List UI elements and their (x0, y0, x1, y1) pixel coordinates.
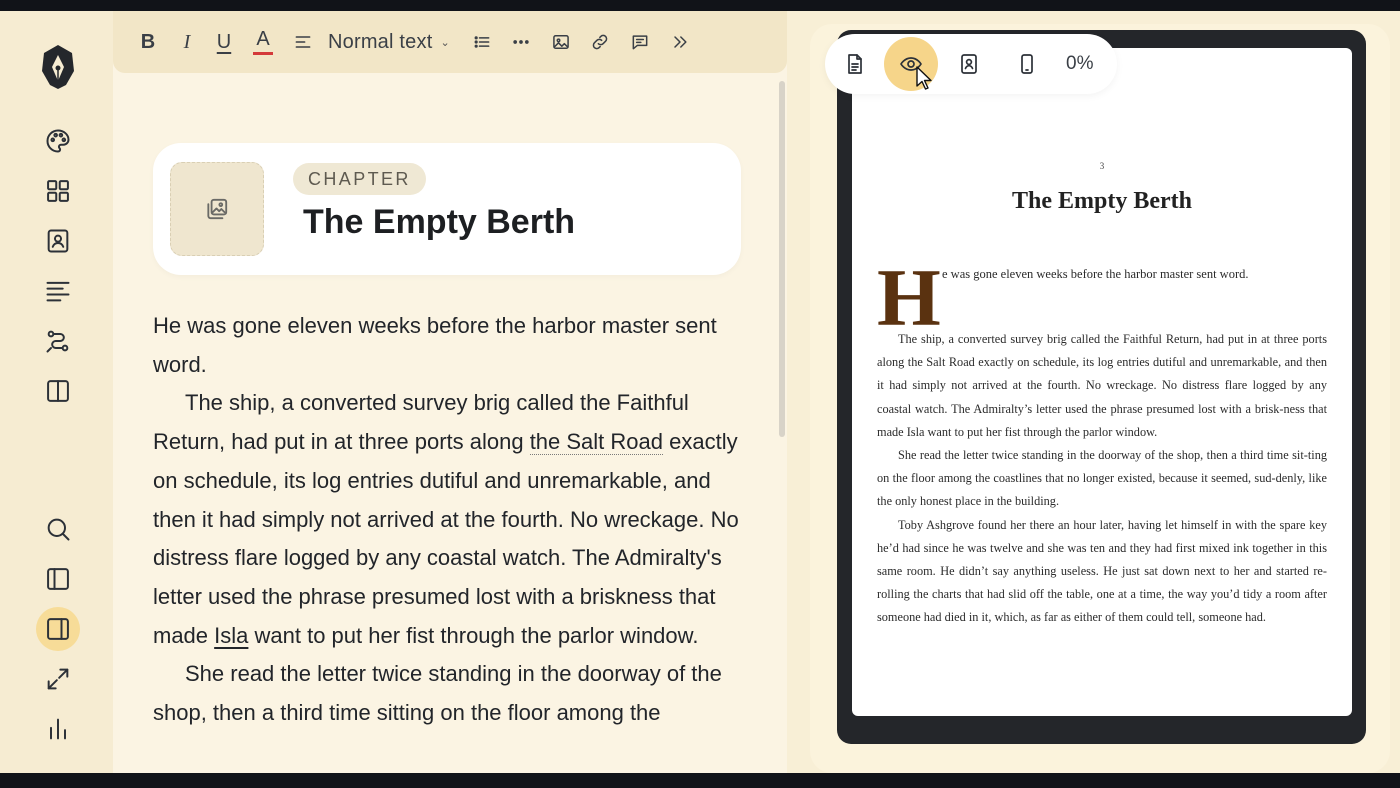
paragraph: She read the letter twice standing in th… (153, 661, 722, 726)
right-panel-toggle[interactable] (36, 607, 80, 651)
insert-link-button[interactable] (588, 25, 612, 59)
fullscreen-button[interactable] (36, 657, 80, 701)
mouse-cursor-icon (916, 66, 932, 90)
preview-body: The ship, a converted survey brig called… (877, 328, 1327, 630)
pen-nib-logo-icon (42, 45, 74, 89)
preview-chapter-title: The Empty Berth (1012, 188, 1192, 214)
underline-button[interactable]: U (212, 25, 236, 59)
ereader-page: 3 The Empty Berth H e was gone eleven we… (852, 48, 1352, 716)
smartphone-icon (1021, 54, 1033, 74)
text-color-letter: A (256, 28, 270, 50)
dashboard-grid-button[interactable] (36, 169, 80, 213)
grid-icon (47, 180, 69, 202)
text-color-swatch (253, 52, 273, 55)
image-icon (553, 35, 569, 49)
plot-threads-button[interactable] (36, 319, 80, 363)
text-color-button[interactable]: A (251, 25, 275, 59)
app-logo[interactable] (36, 41, 80, 91)
preview-toolbar: 0% (825, 34, 1117, 94)
expand-arrows-icon (47, 668, 69, 690)
preview-paragraph: The ship, a converted survey brig called… (877, 332, 1327, 439)
paragraph: He was gone eleven weeks before the harb… (153, 313, 717, 377)
palette-icon (46, 129, 70, 153)
document-view-button[interactable] (833, 42, 877, 86)
preview-first-line: e was gone eleven weeks before the harbo… (942, 267, 1249, 281)
align-button[interactable] (291, 25, 315, 59)
mobile-view-button[interactable] (1005, 42, 1049, 86)
branch-path-icon (46, 330, 69, 353)
bold-button[interactable]: B (136, 25, 160, 59)
contact-book-icon (47, 229, 69, 253)
theme-palette-button[interactable] (36, 119, 80, 163)
text-run: exactly on schedule, its log entries dut… (153, 429, 739, 648)
outline-button[interactable] (36, 269, 80, 313)
search-button[interactable] (36, 507, 80, 551)
progress-percent: 0% (1066, 53, 1094, 74)
add-comment-button[interactable] (628, 25, 652, 59)
chapter-image-upload[interactable] (170, 162, 264, 256)
bar-chart-icon (50, 718, 66, 740)
bullet-list-icon (474, 36, 490, 48)
left-panel-toggle[interactable] (36, 557, 80, 601)
editor-scrollbar[interactable] (779, 81, 785, 437)
text-run: want to put her fist through the parlor … (248, 622, 699, 648)
align-left-icon (295, 36, 311, 48)
editor-content[interactable]: He was gone eleven weeks before the harb… (153, 307, 743, 733)
book-view-button[interactable] (947, 42, 991, 86)
split-view-button[interactable] (36, 369, 80, 413)
text-style-value: Normal text (328, 30, 433, 53)
search-icon (47, 518, 70, 541)
text-style-select[interactable]: Normal text ⌄ (328, 25, 450, 59)
page-number: 3 (1099, 161, 1105, 171)
drop-cap: H (877, 252, 941, 343)
chevron-down-icon: ⌄ (440, 36, 450, 49)
format-toolbar: B I U A Normal text ⌄ (113, 11, 787, 73)
more-options-button[interactable] (509, 25, 533, 59)
chapter-title[interactable]: The Empty Berth (303, 203, 575, 242)
italic-button[interactable]: I (175, 25, 199, 59)
document-icon (848, 54, 862, 74)
character-link[interactable]: Isla (214, 623, 248, 648)
align-left-lines-icon (46, 281, 70, 302)
sidebar-right-icon (47, 618, 69, 640)
comment-icon (632, 35, 648, 50)
bullet-list-button[interactable] (470, 25, 494, 59)
link-icon (592, 34, 608, 50)
ellipsis-icon (513, 40, 529, 44)
columns-icon (47, 380, 69, 402)
sidebar-left-icon (47, 568, 69, 590)
chapter-header-card: CHAPTER The Empty Berth (153, 143, 741, 275)
preview-paragraph: Toby Ashgrove found her there an hour la… (877, 517, 1327, 625)
overflow-toolbar-button[interactable] (668, 25, 692, 59)
preview-paragraph: She read the letter twice standing in th… (877, 448, 1327, 509)
insert-image-button[interactable] (549, 25, 573, 59)
chapter-label: CHAPTER (293, 163, 426, 195)
characters-button[interactable] (36, 219, 80, 263)
place-link[interactable]: the Salt Road (529, 429, 663, 456)
contact-book-icon (961, 54, 977, 74)
double-chevron-right-icon (674, 36, 687, 48)
paragraph: The ship, a converted survey brig called… (153, 384, 743, 655)
image-add-icon (207, 198, 228, 220)
editor-panel: B I U A Normal text ⌄ CHAPTER The Empty … (113, 11, 787, 773)
stats-button[interactable] (36, 707, 80, 751)
sidebar-rail (0, 11, 113, 773)
